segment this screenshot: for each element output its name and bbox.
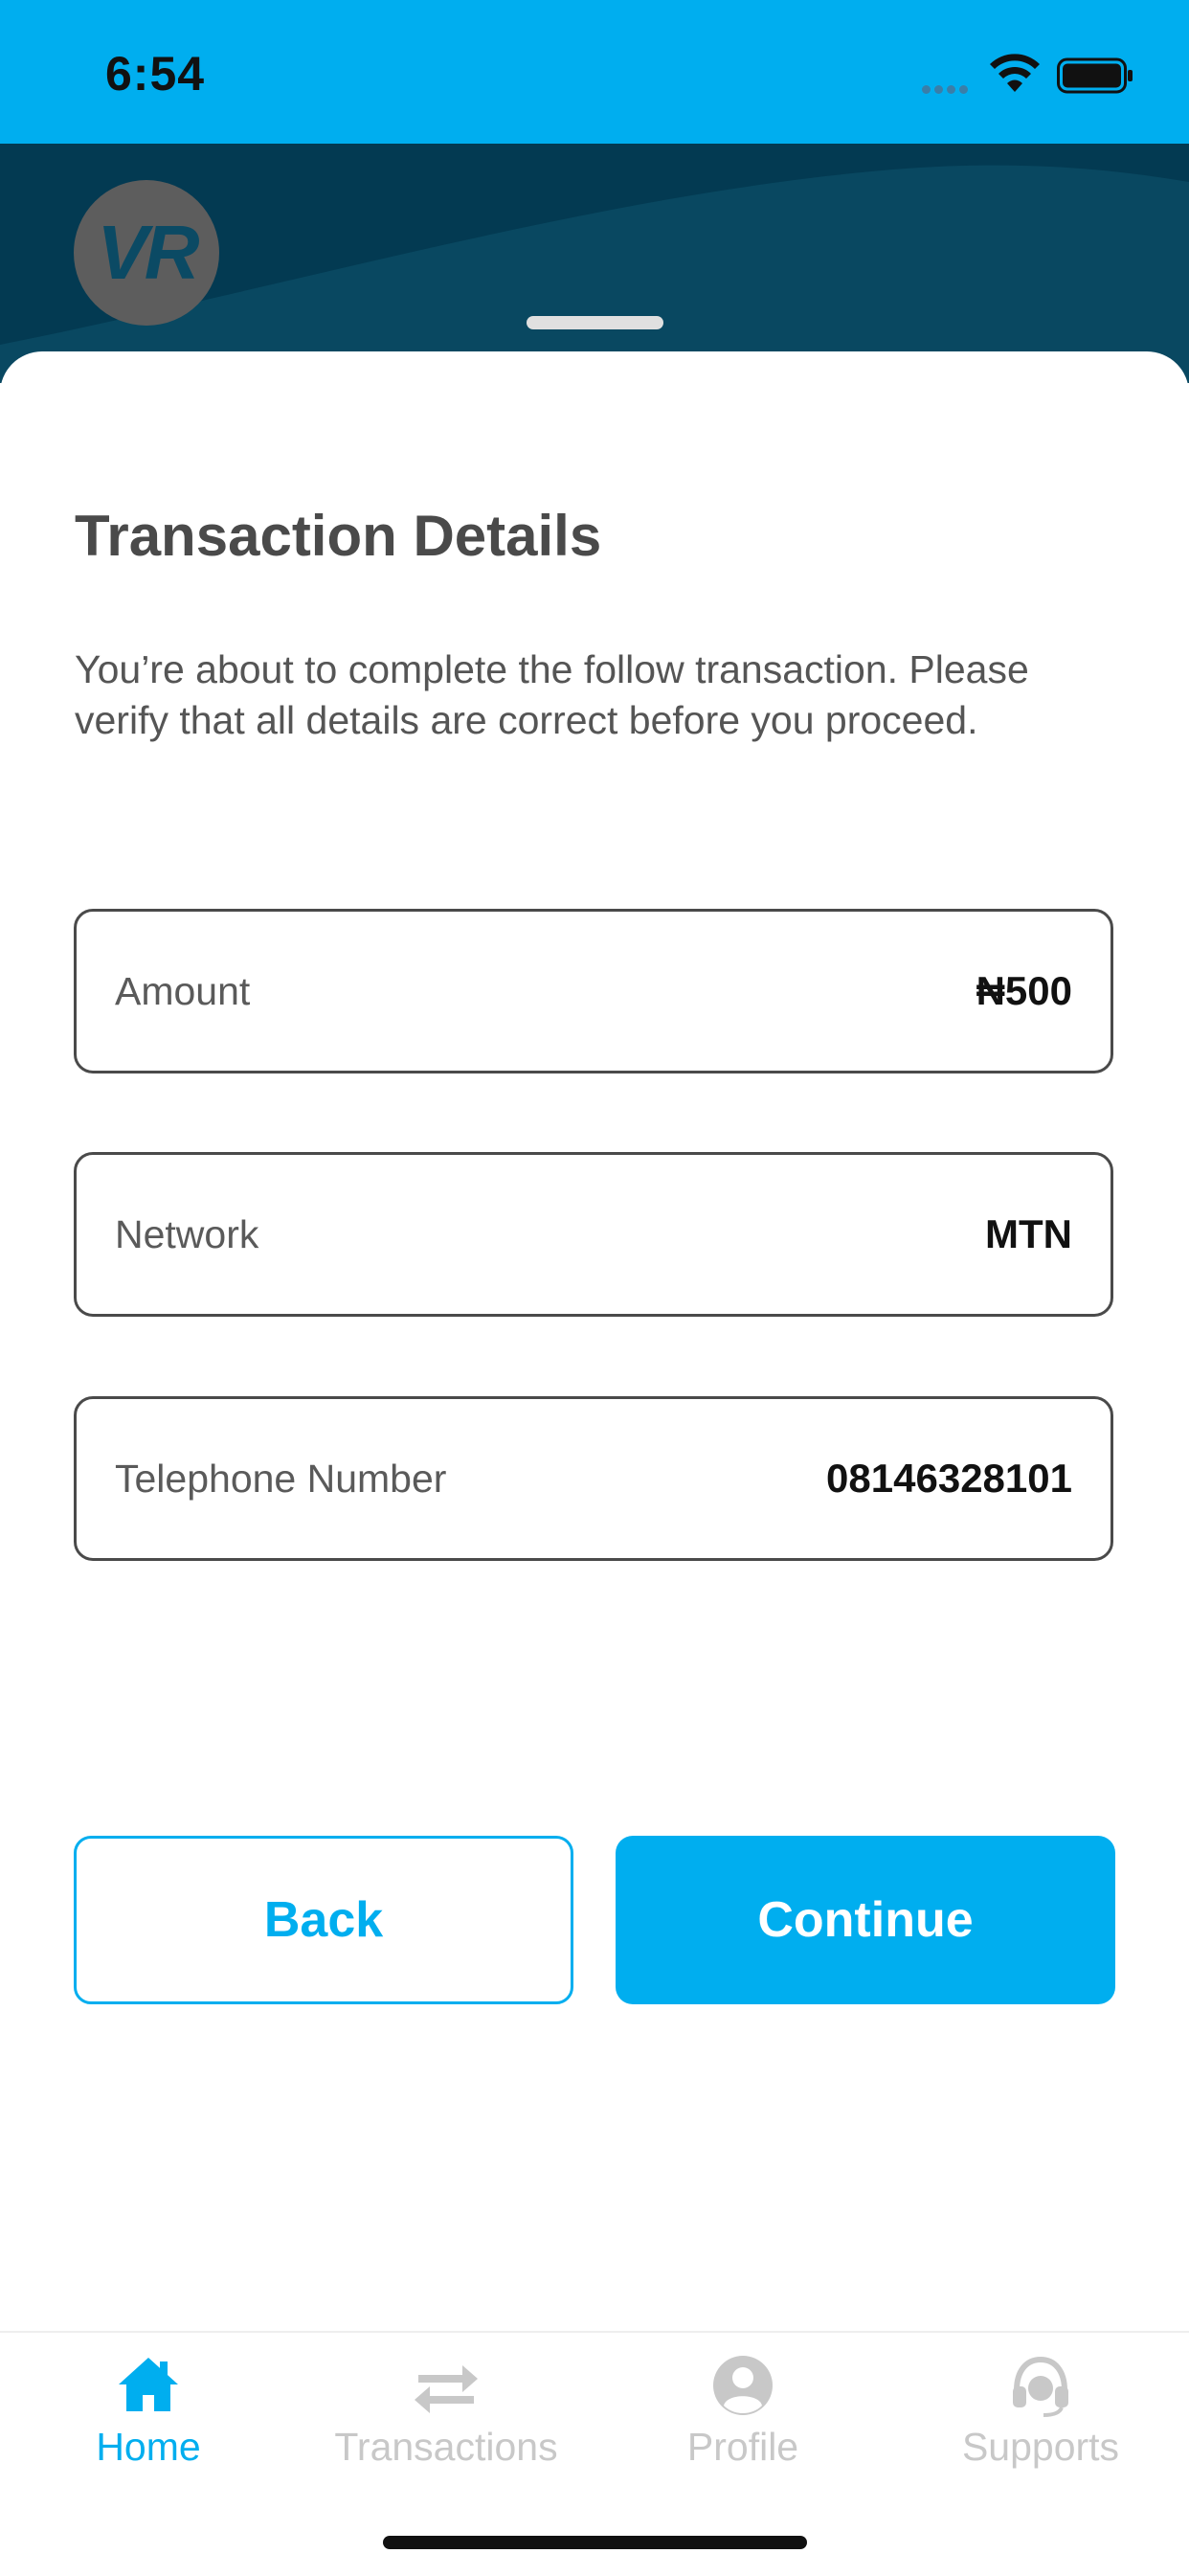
network-label: Network bbox=[115, 1211, 259, 1256]
page-title: Transaction Details bbox=[75, 504, 602, 568]
avatar[interactable]: VR bbox=[74, 180, 219, 326]
nav-item-profile[interactable]: Profile bbox=[594, 2352, 891, 2470]
telephone-label: Telephone Number bbox=[115, 1456, 447, 1501]
home-indicator[interactable] bbox=[383, 2536, 807, 2549]
nav-item-transactions[interactable]: Transactions bbox=[298, 2352, 594, 2470]
nav-label-transactions: Transactions bbox=[334, 2425, 558, 2469]
nav-label-home: Home bbox=[96, 2425, 201, 2469]
network-row: Network MTN bbox=[74, 1152, 1113, 1317]
transfer-arrows-icon bbox=[415, 2365, 478, 2413]
amount-row: Amount ₦500 bbox=[74, 909, 1113, 1073]
sheet-grabber[interactable] bbox=[527, 316, 663, 329]
back-button[interactable]: Back bbox=[74, 1836, 573, 2004]
network-value: MTN bbox=[985, 1211, 1072, 1256]
home-icon bbox=[119, 2358, 178, 2411]
amount-value: ₦500 bbox=[976, 968, 1072, 1013]
nav-item-supports[interactable]: Supports bbox=[892, 2352, 1189, 2470]
status-bar: 6:54 bbox=[0, 0, 1189, 144]
continue-button[interactable]: Continue bbox=[616, 1836, 1115, 2004]
telephone-row: Telephone Number 08146328101 bbox=[74, 1396, 1113, 1561]
battery-icon bbox=[1057, 57, 1133, 94]
wifi-icon bbox=[990, 54, 1040, 92]
user-icon bbox=[713, 2356, 773, 2415]
status-time: 6:54 bbox=[105, 47, 206, 101]
signal-dots-icon bbox=[922, 81, 974, 94]
nav-label-profile: Profile bbox=[686, 2425, 799, 2469]
nav-label-supports: Supports bbox=[961, 2425, 1120, 2469]
nav-item-home[interactable]: Home bbox=[0, 2352, 297, 2470]
amount-label: Amount bbox=[115, 968, 251, 1013]
headset-icon bbox=[1013, 2356, 1068, 2417]
app-header: VR bbox=[0, 144, 1189, 383]
page-description: You’re about to complete the follow tran… bbox=[75, 647, 1029, 742]
telephone-value: 08146328101 bbox=[826, 1456, 1072, 1501]
